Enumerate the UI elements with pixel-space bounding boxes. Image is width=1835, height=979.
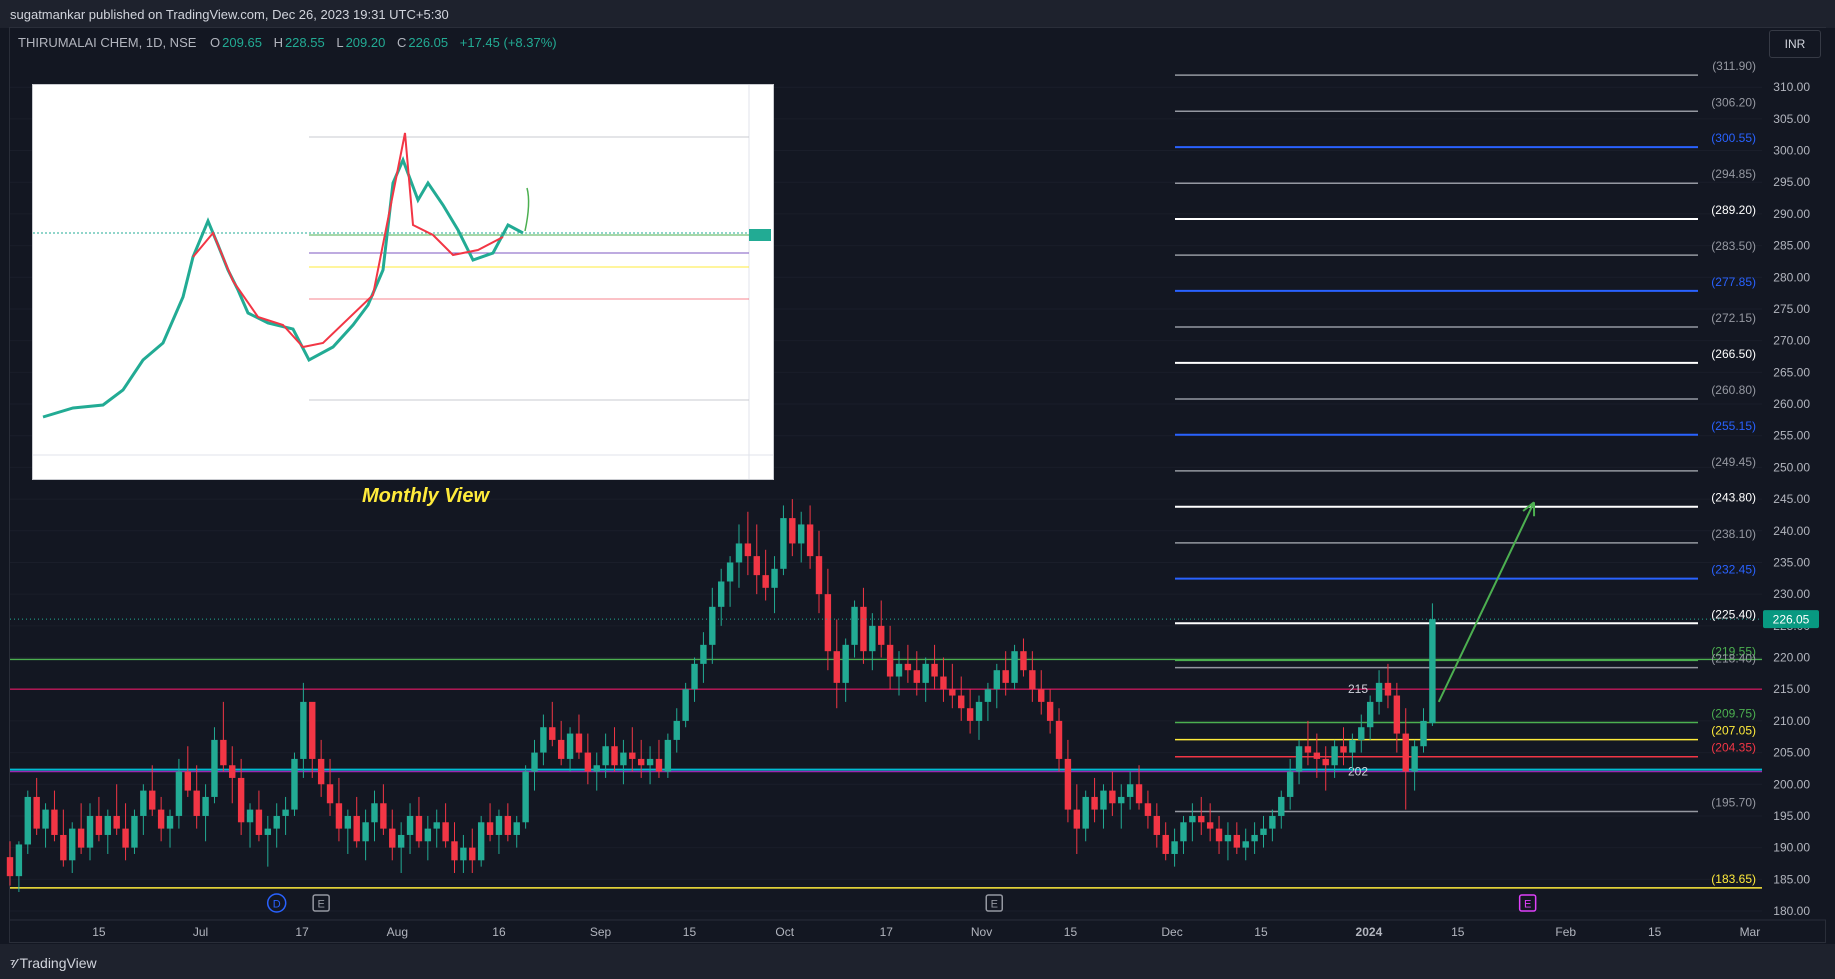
low-label: L <box>336 35 344 50</box>
open-value: 209.65 <box>222 35 262 50</box>
tradingview-logo-icon: ⁷⁄ <box>10 955 16 971</box>
tradingview-logo[interactable]: ⁷⁄ TradingView <box>10 955 97 971</box>
change-value: +17.45 (+8.37%) <box>459 35 557 50</box>
currency-button[interactable]: INR <box>1769 30 1821 58</box>
monthly-view-screenshot <box>32 84 774 480</box>
symbol-legend[interactable]: THIRUMALAI CHEM, 1D, NSE O 209.65 H 228.55… <box>18 35 559 50</box>
monthly-view-image <box>33 85 773 479</box>
publish-bar: sugatmankar published on TradingView.com… <box>0 0 1835 28</box>
close-label: C <box>396 35 407 50</box>
open-label: O <box>210 35 221 50</box>
high-label: H <box>273 35 283 50</box>
high-value: 228.55 <box>284 35 325 50</box>
monthly-view-caption: Monthly View <box>362 485 490 507</box>
symbol-name: THIRUMALAI CHEM, 1D, NSE <box>18 35 197 50</box>
close-value: 226.05 <box>408 35 449 50</box>
low-value: 209.20 <box>345 35 386 50</box>
footer-bar <box>0 944 1835 979</box>
tradingview-brand: TradingView <box>19 955 97 971</box>
publish-info: sugatmankar published on TradingView.com… <box>10 7 449 22</box>
